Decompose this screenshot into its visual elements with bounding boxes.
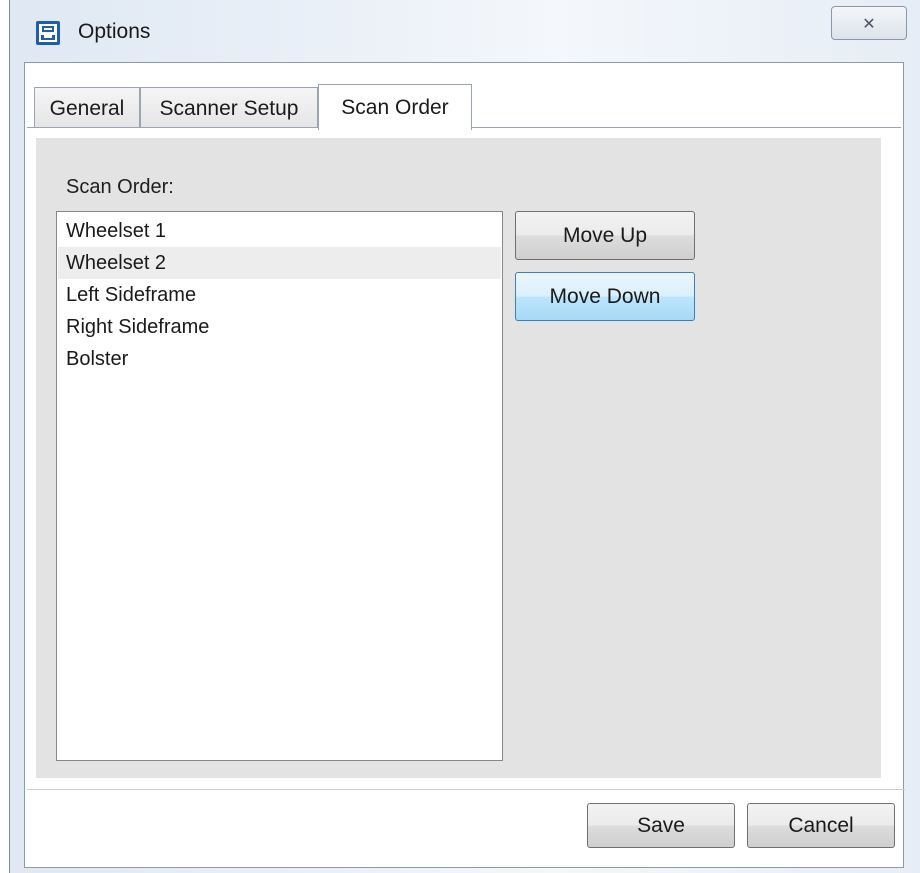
move-down-button[interactable]: Move Down	[515, 272, 695, 321]
scan-order-tab-panel: Scan Order: Wheelset 1 Wheelset 2 Left S…	[27, 127, 905, 855]
save-label: Save	[637, 813, 685, 837]
list-item[interactable]: Wheelset 1	[58, 215, 501, 247]
screen-edge	[0, 0, 4, 873]
tab-scanner-setup[interactable]: Scanner Setup	[140, 87, 318, 130]
move-up-label: Move Up	[562, 223, 648, 247]
title-bar[interactable]: Options ✕	[9, 0, 920, 62]
list-item[interactable]: Bolster	[58, 343, 501, 375]
close-icon: ✕	[862, 13, 876, 33]
move-up-button[interactable]: Move Up	[515, 211, 695, 260]
list-item[interactable]: Right Sideframe	[58, 311, 501, 343]
list-item-selected[interactable]: Wheelset 2	[58, 247, 501, 279]
scanner-app-icon	[35, 20, 61, 46]
move-down-label: Move Down	[549, 284, 661, 308]
tab-scan-order[interactable]: Scan Order	[318, 84, 472, 130]
save-button[interactable]: Save	[587, 803, 735, 848]
scan-order-list[interactable]: Wheelset 1 Wheelset 2 Left Sideframe Rig…	[56, 211, 503, 761]
list-item[interactable]: Left Sideframe	[58, 279, 501, 311]
tab-label: General	[49, 97, 125, 120]
dialog-client-area: General Scanner Setup Scan Order Scan Or…	[24, 62, 905, 868]
window-title: Options	[78, 20, 151, 43]
footer-divider	[27, 789, 905, 790]
scan-order-label: Scan Order:	[66, 176, 174, 198]
close-button[interactable]: ✕	[831, 6, 907, 40]
cancel-button[interactable]: Cancel	[747, 803, 895, 848]
cancel-label: Cancel	[788, 813, 854, 837]
tab-label: Scan Order	[341, 95, 449, 119]
tab-label: Scanner Setup	[159, 97, 299, 120]
scan-order-panel: Scan Order: Wheelset 1 Wheelset 2 Left S…	[36, 138, 881, 778]
tab-general[interactable]: General	[34, 87, 140, 130]
